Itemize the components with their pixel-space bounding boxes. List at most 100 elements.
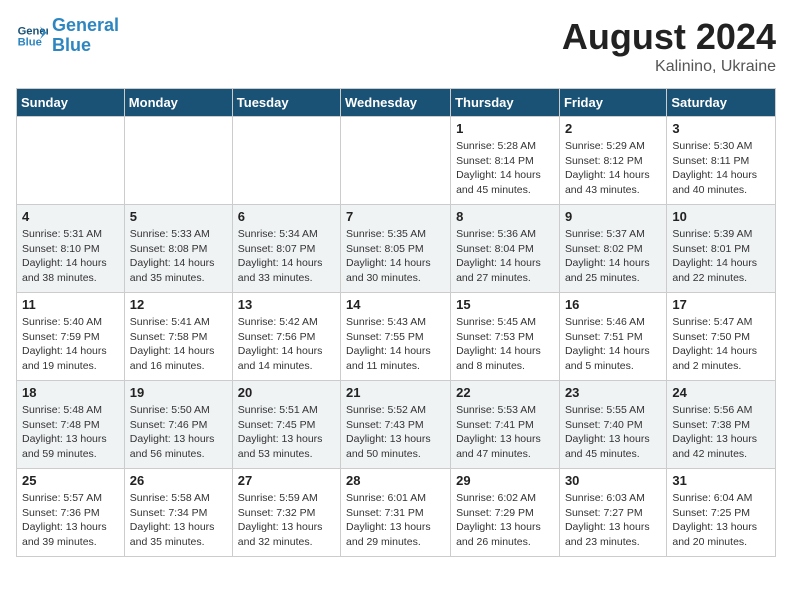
weekday-header-sunday: Sunday [17, 89, 125, 117]
calendar-cell: 15Sunrise: 5:45 AM Sunset: 7:53 PM Dayli… [451, 293, 560, 381]
calendar-cell: 29 Sunrise: 6:02 AM Sunset: 7:29 PM Dayli… [451, 469, 560, 557]
day-number: 19 [130, 385, 227, 400]
day-number: 6 [238, 209, 335, 224]
day-number: 29 [456, 473, 554, 488]
calendar-cell: 27 Sunrise: 5:59 AM Sunset: 7:32 PM Dayli… [232, 469, 340, 557]
day-info: Sunrise: 6:04 AM Sunset: 7:25 PM Dayligh… [672, 491, 770, 550]
day-info: Sunrise: 5:36 AM Sunset: 8:04 PM Dayligh… [456, 227, 554, 286]
day-number: 9 [565, 209, 661, 224]
calendar-cell: 5Sunrise: 5:33 AM Sunset: 8:08 PM Daylig… [124, 205, 232, 293]
calendar-cell: 6 Sunrise: 5:34 AM Sunset: 8:07 PM Daylig… [232, 205, 340, 293]
day-info: Sunrise: 5:50 AM Sunset: 7:46 PM Dayligh… [130, 403, 227, 462]
logo-text: GeneralBlue [52, 16, 119, 56]
day-number: 22 [456, 385, 554, 400]
day-number: 20 [238, 385, 335, 400]
day-info: Sunrise: 5:30 AM Sunset: 8:11 PM Dayligh… [672, 139, 770, 198]
calendar-cell: 3Sunrise: 5:30 AM Sunset: 8:11 PM Daylig… [667, 117, 776, 205]
calendar-cell [17, 117, 125, 205]
day-number: 5 [130, 209, 227, 224]
day-info: Sunrise: 5:37 AM Sunset: 8:02 PM Dayligh… [565, 227, 661, 286]
day-info: Sunrise: 5:47 AM Sunset: 7:50 PM Dayligh… [672, 315, 770, 374]
calendar-cell: 30 Sunrise: 6:03 AM Sunset: 7:27 PM Dayli… [559, 469, 666, 557]
day-info: Sunrise: 6:03 AM Sunset: 7:27 PM Dayligh… [565, 491, 661, 550]
day-number: 14 [346, 297, 445, 312]
weekday-header-wednesday: Wednesday [341, 89, 451, 117]
svg-text:Blue: Blue [18, 36, 42, 48]
day-info: Sunrise: 5:42 AM Sunset: 7:56 PM Dayligh… [238, 315, 335, 374]
day-number: 23 [565, 385, 661, 400]
day-info: Sunrise: 5:57 AM Sunset: 7:36 PM Dayligh… [22, 491, 119, 550]
day-number: 28 [346, 473, 445, 488]
title-block: August 2024 Kalinino, Ukraine [562, 16, 776, 76]
calendar-cell: 7Sunrise: 5:35 AM Sunset: 8:05 PM Daylig… [341, 205, 451, 293]
day-info: Sunrise: 5:59 AM Sunset: 7:32 PM Dayligh… [238, 491, 335, 550]
day-number: 13 [238, 297, 335, 312]
logo: General Blue GeneralBlue [16, 16, 119, 56]
calendar-cell: 19 Sunrise: 5:50 AM Sunset: 7:46 PM Dayli… [124, 381, 232, 469]
logo-icon: General Blue [16, 20, 48, 52]
calendar-cell: 16Sunrise: 5:46 AM Sunset: 7:51 PM Dayli… [559, 293, 666, 381]
week-row-4: 18Sunrise: 5:48 AM Sunset: 7:48 PM Dayli… [17, 381, 776, 469]
day-number: 10 [672, 209, 770, 224]
day-number: 2 [565, 121, 661, 136]
day-info: Sunrise: 5:43 AM Sunset: 7:55 PM Dayligh… [346, 315, 445, 374]
day-info: Sunrise: 5:31 AM Sunset: 8:10 PM Dayligh… [22, 227, 119, 286]
calendar-cell: 10 Sunrise: 5:39 AM Sunset: 8:01 PM Dayli… [667, 205, 776, 293]
day-number: 27 [238, 473, 335, 488]
calendar-cell: 4Sunrise: 5:31 AM Sunset: 8:10 PM Daylig… [17, 205, 125, 293]
day-info: Sunrise: 5:34 AM Sunset: 8:07 PM Dayligh… [238, 227, 335, 286]
day-info: Sunrise: 5:46 AM Sunset: 7:51 PM Dayligh… [565, 315, 661, 374]
day-number: 31 [672, 473, 770, 488]
week-row-5: 25Sunrise: 5:57 AM Sunset: 7:36 PM Dayli… [17, 469, 776, 557]
calendar-cell [232, 117, 340, 205]
calendar-cell: 26Sunrise: 5:58 AM Sunset: 7:34 PM Dayli… [124, 469, 232, 557]
day-number: 1 [456, 121, 554, 136]
calendar-cell: 12Sunrise: 5:41 AM Sunset: 7:58 PM Dayli… [124, 293, 232, 381]
weekday-header-saturday: Saturday [667, 89, 776, 117]
calendar-cell: 22 Sunrise: 5:53 AM Sunset: 7:41 PM Dayli… [451, 381, 560, 469]
day-number: 30 [565, 473, 661, 488]
day-info: Sunrise: 5:40 AM Sunset: 7:59 PM Dayligh… [22, 315, 119, 374]
calendar-cell: 18Sunrise: 5:48 AM Sunset: 7:48 PM Dayli… [17, 381, 125, 469]
calendar-cell: 13 Sunrise: 5:42 AM Sunset: 7:56 PM Dayli… [232, 293, 340, 381]
weekday-header-monday: Monday [124, 89, 232, 117]
calendar-cell: 11 Sunrise: 5:40 AM Sunset: 7:59 PM Dayli… [17, 293, 125, 381]
day-info: Sunrise: 5:51 AM Sunset: 7:45 PM Dayligh… [238, 403, 335, 462]
week-row-1: 1 Sunrise: 5:28 AM Sunset: 8:14 PM Daylig… [17, 117, 776, 205]
calendar-cell: 24 Sunrise: 5:56 AM Sunset: 7:38 PM Dayli… [667, 381, 776, 469]
week-row-2: 4Sunrise: 5:31 AM Sunset: 8:10 PM Daylig… [17, 205, 776, 293]
day-info: Sunrise: 5:53 AM Sunset: 7:41 PM Dayligh… [456, 403, 554, 462]
weekday-header-tuesday: Tuesday [232, 89, 340, 117]
month-year: August 2024 [562, 16, 776, 58]
page-header: General Blue GeneralBlue August 2024 Kal… [16, 16, 776, 76]
location: Kalinino, Ukraine [562, 58, 776, 76]
weekday-header-row: SundayMondayTuesdayWednesdayThursdayFrid… [17, 89, 776, 117]
week-row-3: 11 Sunrise: 5:40 AM Sunset: 7:59 PM Dayli… [17, 293, 776, 381]
calendar-cell: 14 Sunrise: 5:43 AM Sunset: 7:55 PM Dayli… [341, 293, 451, 381]
day-info: Sunrise: 5:52 AM Sunset: 7:43 PM Dayligh… [346, 403, 445, 462]
day-info: Sunrise: 5:28 AM Sunset: 8:14 PM Dayligh… [456, 139, 554, 198]
day-number: 18 [22, 385, 119, 400]
day-info: Sunrise: 5:58 AM Sunset: 7:34 PM Dayligh… [130, 491, 227, 550]
day-info: Sunrise: 6:01 AM Sunset: 7:31 PM Dayligh… [346, 491, 445, 550]
day-info: Sunrise: 6:02 AM Sunset: 7:29 PM Dayligh… [456, 491, 554, 550]
day-number: 24 [672, 385, 770, 400]
calendar-cell: 2 Sunrise: 5:29 AM Sunset: 8:12 PM Daylig… [559, 117, 666, 205]
calendar-cell: 17Sunrise: 5:47 AM Sunset: 7:50 PM Dayli… [667, 293, 776, 381]
calendar-cell [341, 117, 451, 205]
calendar-cell: 28 Sunrise: 6:01 AM Sunset: 7:31 PM Dayli… [341, 469, 451, 557]
calendar-cell [124, 117, 232, 205]
day-number: 11 [22, 297, 119, 312]
calendar-cell: 8 Sunrise: 5:36 AM Sunset: 8:04 PM Daylig… [451, 205, 560, 293]
day-number: 21 [346, 385, 445, 400]
calendar-cell: 23Sunrise: 5:55 AM Sunset: 7:40 PM Dayli… [559, 381, 666, 469]
calendar-cell: 20 Sunrise: 5:51 AM Sunset: 7:45 PM Dayli… [232, 381, 340, 469]
day-info: Sunrise: 5:56 AM Sunset: 7:38 PM Dayligh… [672, 403, 770, 462]
day-number: 8 [456, 209, 554, 224]
calendar-table: SundayMondayTuesdayWednesdayThursdayFrid… [16, 88, 776, 557]
day-info: Sunrise: 5:39 AM Sunset: 8:01 PM Dayligh… [672, 227, 770, 286]
day-info: Sunrise: 5:29 AM Sunset: 8:12 PM Dayligh… [565, 139, 661, 198]
day-info: Sunrise: 5:41 AM Sunset: 7:58 PM Dayligh… [130, 315, 227, 374]
calendar-cell: 31 Sunrise: 6:04 AM Sunset: 7:25 PM Dayli… [667, 469, 776, 557]
day-info: Sunrise: 5:35 AM Sunset: 8:05 PM Dayligh… [346, 227, 445, 286]
